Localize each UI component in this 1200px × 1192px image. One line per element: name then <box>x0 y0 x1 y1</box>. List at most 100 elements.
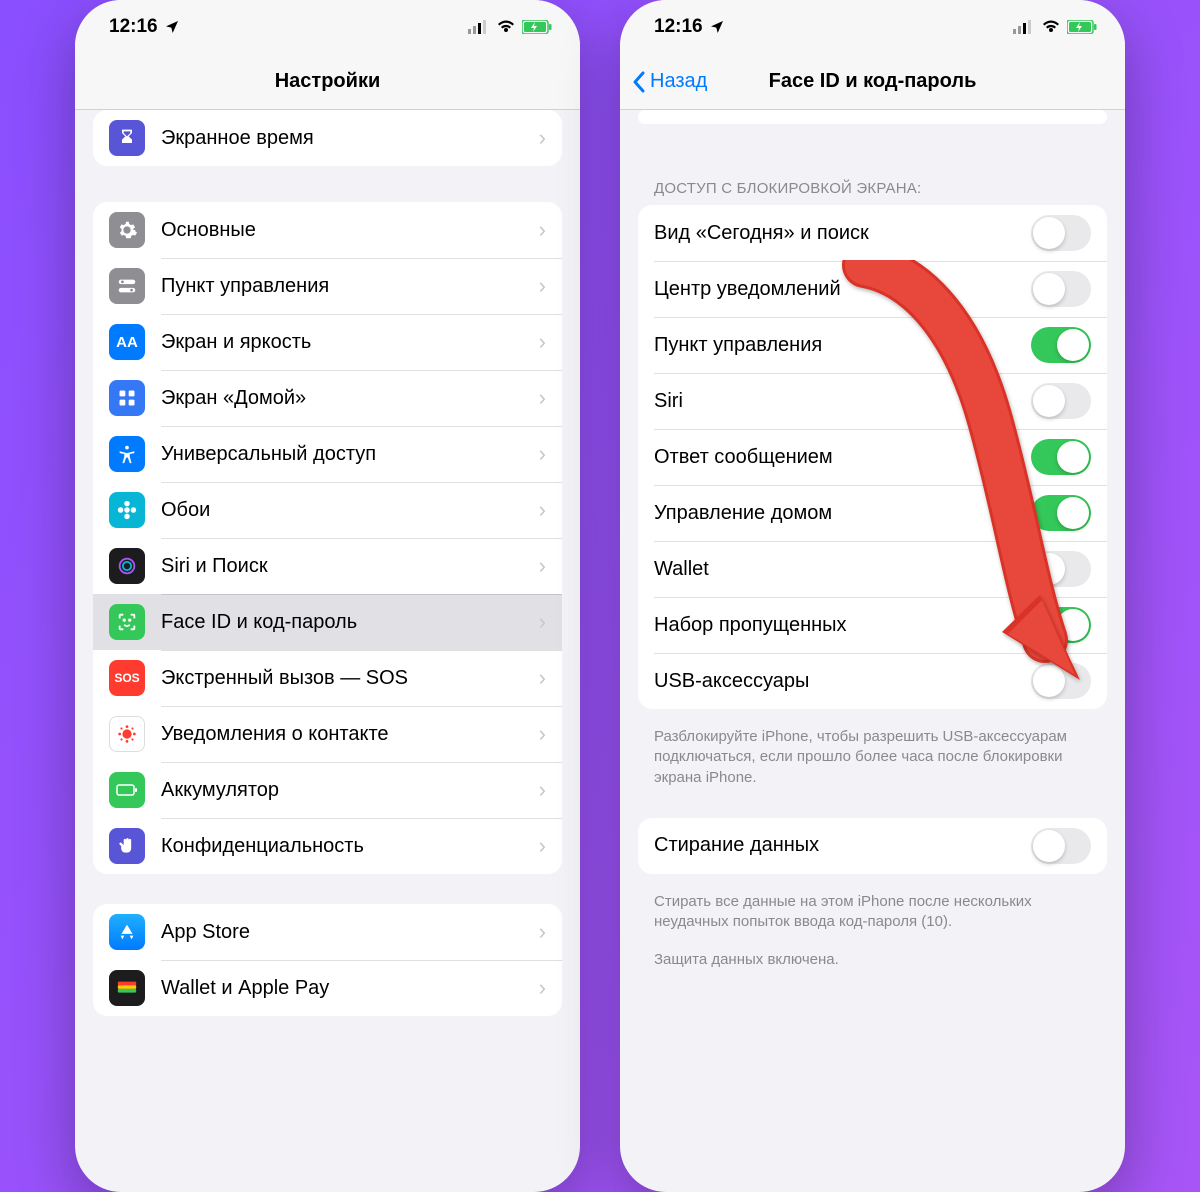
toggle-reply: Ответ сообщением <box>638 429 1107 485</box>
nav-title: Face ID и код-пароль <box>769 70 977 93</box>
row-label: Аккумулятор <box>161 779 539 802</box>
toggle-label: Siri <box>654 390 683 413</box>
row-battery[interactable]: Аккумулятор › <box>93 762 562 818</box>
row-label: Face ID и код-пароль <box>161 611 539 634</box>
row-exposure[interactable]: Уведомления о контакте › <box>93 706 562 762</box>
row-label: Уведомления о контакте <box>161 723 539 746</box>
toggle-label: Пункт управления <box>654 334 822 357</box>
row-accessibility[interactable]: Универсальный доступ › <box>93 426 562 482</box>
row-wallet[interactable]: Wallet и Apple Pay › <box>93 960 562 1016</box>
row-general[interactable]: Основные › <box>93 202 562 258</box>
row-label: App Store <box>161 921 539 944</box>
chevron-right-icon: › <box>539 125 546 151</box>
wallet-icon <box>109 970 145 1006</box>
chevron-right-icon: › <box>539 553 546 579</box>
nav-title: Настройки <box>275 70 381 93</box>
siri-icon <box>109 548 145 584</box>
toggle-label: Набор пропущенных <box>654 614 847 637</box>
wifi-icon <box>1041 20 1061 34</box>
toggle-switch[interactable] <box>1031 327 1091 363</box>
toggle-switch[interactable] <box>1031 439 1091 475</box>
chevron-right-icon: › <box>539 217 546 243</box>
toggle-missed: Набор пропущенных <box>638 597 1107 653</box>
back-label: Назад <box>650 70 707 93</box>
row-sos[interactable]: SOS Экстренный вызов — SOS › <box>93 650 562 706</box>
location-icon <box>164 19 180 35</box>
toggle-switch[interactable] <box>1031 551 1091 587</box>
chevron-right-icon: › <box>539 721 546 747</box>
nav-header: Настройки <box>75 54 580 110</box>
hand-icon <box>109 828 145 864</box>
row-display[interactable]: AA Экран и яркость › <box>93 314 562 370</box>
chevron-right-icon: › <box>539 441 546 467</box>
row-label: Siri и Поиск <box>161 555 539 578</box>
grid-icon <box>109 380 145 416</box>
toggle-switch[interactable] <box>1031 663 1091 699</box>
status-time: 12:16 <box>654 16 703 38</box>
row-label: Основные <box>161 219 539 242</box>
chevron-right-icon: › <box>539 919 546 945</box>
row-label: Экранное время <box>161 127 539 150</box>
row-label: Экран «Домой» <box>161 387 539 410</box>
chevron-right-icon: › <box>539 665 546 691</box>
gear-icon <box>109 212 145 248</box>
group-prev <box>638 110 1107 124</box>
row-faceid[interactable]: Face ID и код-пароль › <box>93 594 562 650</box>
chevron-right-icon: › <box>539 329 546 355</box>
toggle-label: Wallet <box>654 558 709 581</box>
faceid-icon <box>109 604 145 640</box>
group-lockscreen-access: Вид «Сегодня» и поиск Центр уведомлений … <box>638 205 1107 709</box>
text-size-icon: AA <box>109 324 145 360</box>
battery-icon <box>522 20 552 34</box>
row-label: Wallet и Apple Pay <box>161 977 539 1000</box>
battery-icon <box>109 772 145 808</box>
sos-icon: SOS <box>109 660 145 696</box>
row-screen-time[interactable]: Экранное время › <box>93 110 562 166</box>
back-button[interactable]: Назад <box>632 70 707 93</box>
chevron-right-icon: › <box>539 833 546 859</box>
chevron-left-icon <box>632 71 646 93</box>
row-label: Пункт управления <box>161 275 539 298</box>
row-siri[interactable]: Siri и Поиск › <box>93 538 562 594</box>
toggle-label: Центр уведомлений <box>654 278 841 301</box>
toggle-label: Стирание данных <box>654 834 819 857</box>
chevron-right-icon: › <box>539 975 546 1001</box>
toggle-switch[interactable] <box>1031 383 1091 419</box>
row-label: Экран и яркость <box>161 331 539 354</box>
row-appstore[interactable]: App Store › <box>93 904 562 960</box>
virus-icon <box>109 716 145 752</box>
group-main: Основные › Пункт управления › AA Экран и… <box>93 202 562 874</box>
toggle-switch[interactable] <box>1031 215 1091 251</box>
row-label: Экстренный вызов — SOS <box>161 667 539 690</box>
phone-settings: 12:16 Настройки Экранное время › <box>75 0 580 1192</box>
row-home-screen[interactable]: Экран «Домой» › <box>93 370 562 426</box>
toggle-switch[interactable] <box>1031 828 1091 864</box>
toggle-label: USB-аксессуары <box>654 670 809 693</box>
hourglass-icon <box>109 120 145 156</box>
chevron-right-icon: › <box>539 777 546 803</box>
toggle-switch[interactable] <box>1031 607 1091 643</box>
status-bar: 12:16 <box>620 0 1125 54</box>
status-time: 12:16 <box>109 16 158 38</box>
accessibility-icon <box>109 436 145 472</box>
phone-faceid-passcode: 12:16 Назад Face ID и код-пароль ДОСТУП … <box>620 0 1125 1192</box>
toggle-notif-center: Центр уведомлений <box>638 261 1107 317</box>
row-control-center[interactable]: Пункт управления › <box>93 258 562 314</box>
toggle-wallet: Wallet <box>638 541 1107 597</box>
chevron-right-icon: › <box>539 273 546 299</box>
group-erase: Стирание данных <box>638 818 1107 874</box>
row-wallpaper[interactable]: Обои › <box>93 482 562 538</box>
toggle-usb: USB-аксессуары <box>638 653 1107 709</box>
toggle-switch[interactable] <box>1031 271 1091 307</box>
toggle-control-center: Пункт управления <box>638 317 1107 373</box>
flower-icon <box>109 492 145 528</box>
row-label: Универсальный доступ <box>161 443 539 466</box>
toggle-switch[interactable] <box>1031 495 1091 531</box>
switches-icon <box>109 268 145 304</box>
wifi-icon <box>496 20 516 34</box>
row-label: Конфиденциальность <box>161 835 539 858</box>
footer-protection: Защита данных включена. <box>620 932 1125 970</box>
row-privacy[interactable]: Конфиденциальность › <box>93 818 562 874</box>
status-bar: 12:16 <box>75 0 580 54</box>
section-header: ДОСТУП С БЛОКИРОВКОЙ ЭКРАНА: <box>620 154 1125 205</box>
